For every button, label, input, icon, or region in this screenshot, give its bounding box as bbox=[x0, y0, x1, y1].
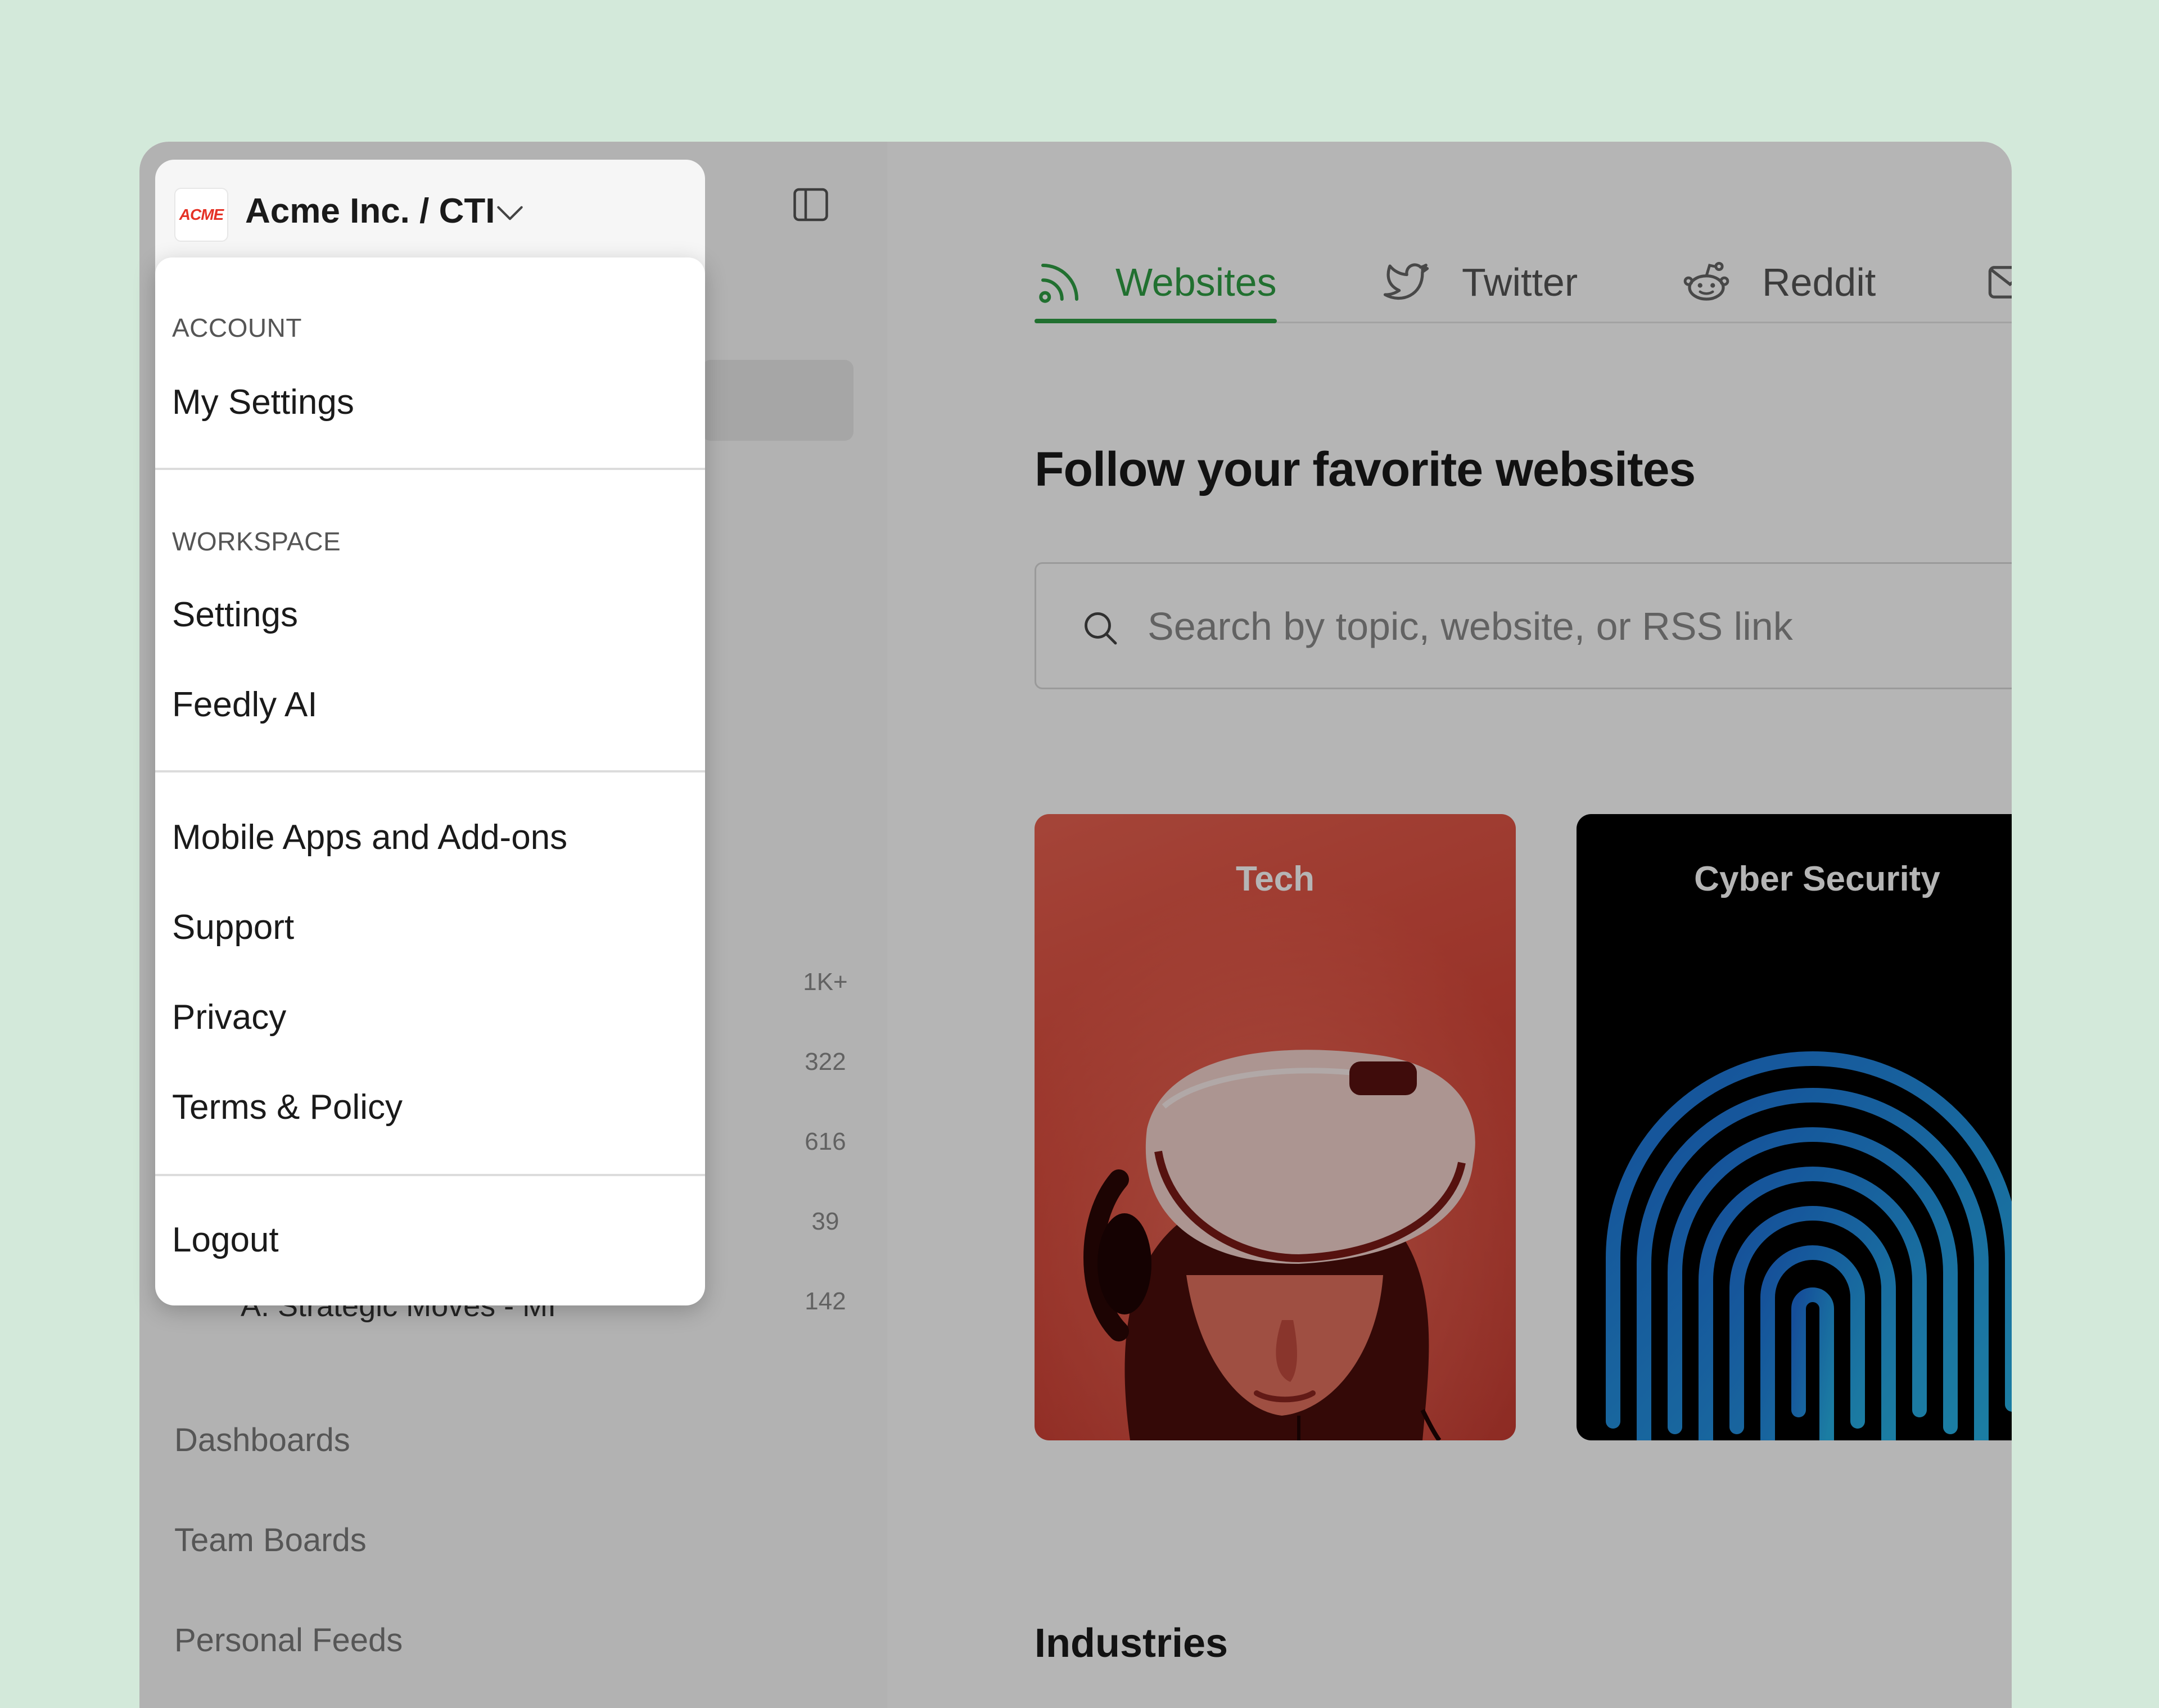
tab-label: Twitter bbox=[1462, 260, 1578, 304]
topic-card-tech[interactable]: Tech bbox=[1035, 814, 1516, 1440]
feed-count: 1K+ bbox=[803, 968, 848, 996]
main-content: Websites Twitter Reddit Follow your favo… bbox=[887, 142, 2012, 1708]
account-menu: ACCOUNT My Settings WORKSPACE Settings F… bbox=[155, 257, 705, 1305]
rss-icon bbox=[1039, 264, 1078, 303]
search-input[interactable] bbox=[1146, 564, 1992, 689]
menu-section-account: ACCOUNT bbox=[172, 313, 302, 342]
feed-count: 39 bbox=[811, 1208, 839, 1235]
twitter-icon bbox=[1383, 263, 1429, 300]
page-title: Follow your favorite websites bbox=[1035, 442, 1696, 496]
feed-count: 322 bbox=[805, 1048, 846, 1076]
menu-item-settings[interactable]: Settings bbox=[172, 595, 298, 635]
newsletter-icon bbox=[1988, 266, 2012, 299]
acme-logo: ACME bbox=[174, 188, 228, 242]
menu-item-mobile-apps[interactable]: Mobile Apps and Add-ons bbox=[172, 817, 567, 857]
sidebar-section-personal-feeds[interactable]: Personal Feeds bbox=[174, 1621, 403, 1659]
tab-reddit[interactable]: Reddit bbox=[1681, 243, 1876, 322]
tab-newsletters[interactable] bbox=[1985, 243, 2012, 322]
vr-headset-image bbox=[1035, 814, 1516, 1440]
workspace-name: Acme Inc. / CTI bbox=[245, 192, 495, 231]
search-box bbox=[1035, 562, 2012, 689]
menu-item-support[interactable]: Support bbox=[172, 907, 294, 947]
card-title: Tech bbox=[1235, 860, 1315, 898]
menu-divider bbox=[155, 1174, 705, 1176]
reddit-icon bbox=[1683, 261, 1729, 301]
tab-label: Reddit bbox=[1762, 260, 1876, 304]
tab-twitter[interactable]: Twitter bbox=[1381, 243, 1578, 322]
menu-section-workspace: WORKSPACE bbox=[172, 527, 341, 556]
menu-divider bbox=[155, 770, 705, 772]
chevron-down-icon bbox=[497, 206, 523, 220]
feed-count: 142 bbox=[805, 1287, 846, 1315]
card-title: Cyber Security bbox=[1694, 860, 1940, 898]
sidebar-selected-item[interactable] bbox=[702, 360, 853, 441]
sidebar-section-team-boards[interactable]: Team Boards bbox=[174, 1521, 367, 1559]
tab-label: Websites bbox=[1115, 260, 1277, 304]
sidebar-section-dashboards[interactable]: Dashboards bbox=[174, 1421, 350, 1459]
feed-count: 616 bbox=[805, 1128, 846, 1155]
search-icon bbox=[1085, 612, 1117, 645]
fingerprint-image bbox=[1606, 1051, 2012, 1440]
menu-item-terms-policy[interactable]: Terms & Policy bbox=[172, 1087, 403, 1127]
menu-divider bbox=[155, 468, 705, 470]
source-tabs: Websites Twitter Reddit bbox=[1035, 243, 2012, 323]
menu-item-my-settings[interactable]: My Settings bbox=[172, 382, 354, 422]
sidebar-toggle-icon[interactable] bbox=[791, 184, 831, 225]
tab-websites[interactable]: Websites bbox=[1035, 243, 1277, 323]
menu-item-logout[interactable]: Logout bbox=[172, 1220, 279, 1260]
logo-text: ACME bbox=[179, 206, 224, 223]
menu-item-feedly-ai[interactable]: Feedly AI bbox=[172, 685, 317, 725]
section-heading-industries: Industries bbox=[1035, 1621, 1228, 1666]
menu-item-privacy[interactable]: Privacy bbox=[172, 997, 286, 1037]
topic-card-cyber-security[interactable]: Cyber Security bbox=[1577, 814, 2012, 1440]
